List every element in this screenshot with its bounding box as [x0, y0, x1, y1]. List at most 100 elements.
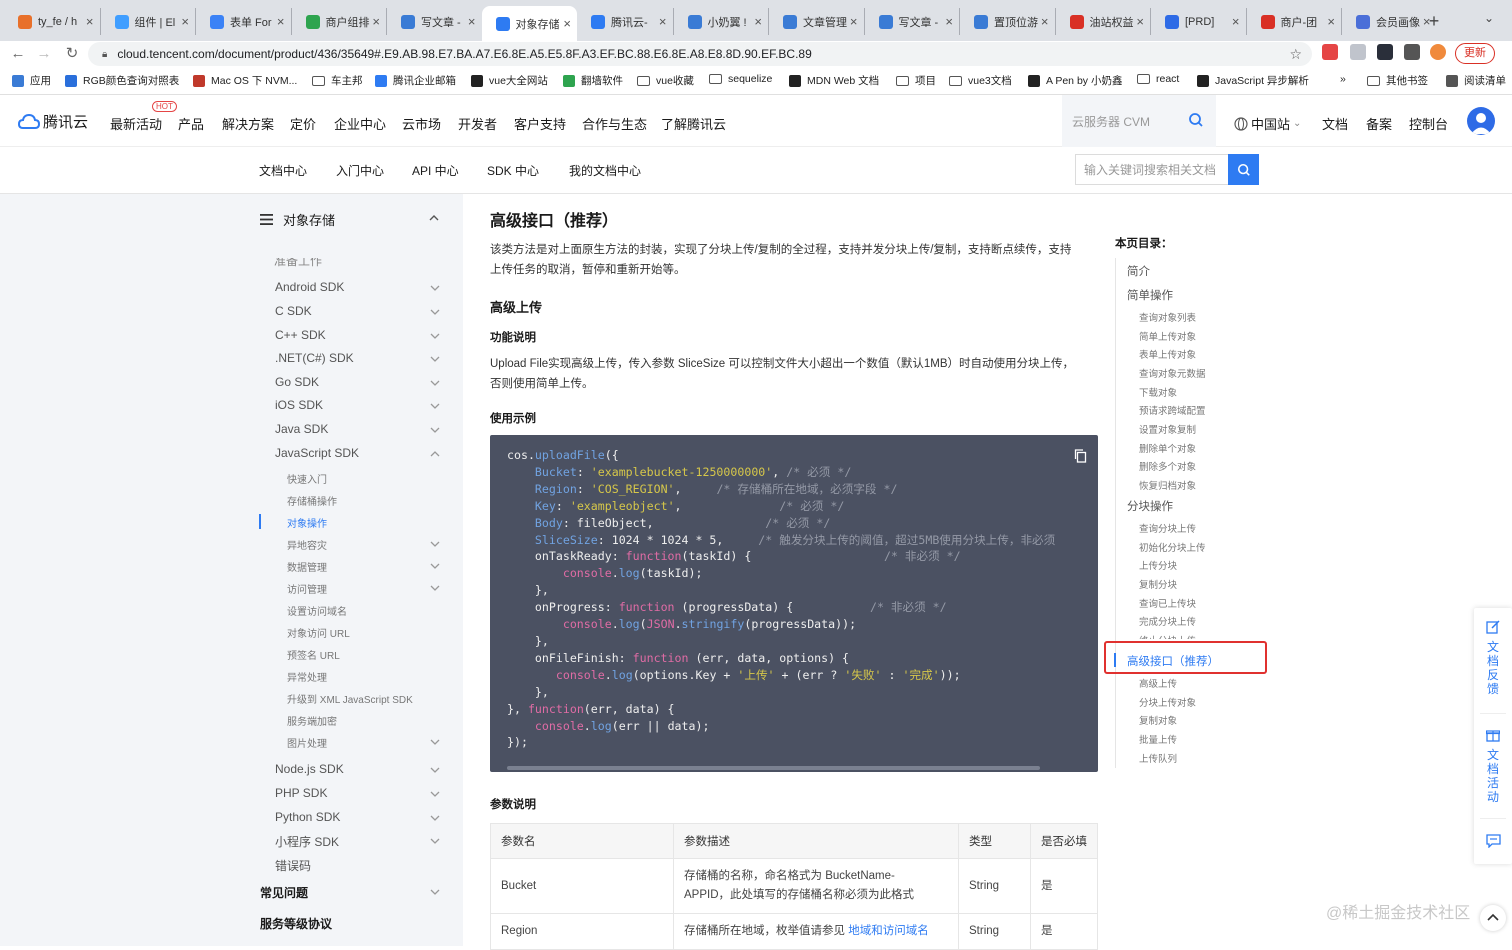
browser-tab[interactable]: 文章管理 ×	[768, 8, 864, 35]
tab-close-icon[interactable]: ×	[563, 16, 571, 31]
browser-tab[interactable]: 置顶位游 ×	[959, 8, 1055, 35]
browser-tab[interactable]: 写文章 - ×	[386, 8, 482, 35]
toc-item[interactable]: 查询对象列表	[1139, 310, 1196, 324]
bookmark-item[interactable]: Mac OS 下 NVM...	[193, 73, 297, 88]
activity-button[interactable]: 文档活动	[1474, 728, 1512, 804]
chevron-down-icon[interactable]	[430, 355, 440, 363]
profile-icon[interactable]	[1430, 44, 1446, 60]
sidebar-subitem[interactable]: 服务端加密	[287, 713, 337, 728]
toc-item[interactable]: 删除单个对象	[1139, 441, 1196, 455]
sidebar-item[interactable]: PHP SDK	[275, 786, 327, 800]
copy-icon[interactable]	[1074, 449, 1087, 463]
chevron-down-icon[interactable]	[430, 738, 440, 746]
sidebar-item-partial[interactable]: 准备工作	[274, 258, 322, 268]
region-selector[interactable]: 中国站 ⌄	[1234, 114, 1301, 133]
sidebar-item[interactable]: 小程序 SDK	[275, 833, 339, 850]
chevron-down-icon[interactable]	[430, 888, 440, 896]
search-icon[interactable]	[1188, 112, 1204, 128]
toc-item[interactable]: 初始化分块上传	[1139, 540, 1206, 554]
sidebar-item[interactable]: Python SDK	[275, 810, 340, 824]
main-nav-item[interactable]: 合作与生态	[582, 114, 647, 133]
browser-tab[interactable]: 对象存储 ×	[481, 6, 577, 41]
toc-item[interactable]: 终止分块上传	[1139, 633, 1196, 639]
bookmark-item[interactable]: vue收藏	[637, 73, 694, 88]
sidebar-subitem[interactable]: 升级到 XML JavaScript SDK	[287, 691, 413, 706]
subnav-doc-center[interactable]: 文档中心	[259, 162, 307, 179]
back-icon[interactable]: ←	[8, 44, 28, 64]
sidebar-item[interactable]: Go SDK	[275, 375, 319, 389]
bookmark-star-icon[interactable]: ☆	[1289, 46, 1302, 63]
sidebar-item[interactable]: .NET(C#) SDK	[275, 351, 354, 365]
nav-docs[interactable]: 文档	[1322, 114, 1348, 133]
sidebar-subitem[interactable]: 快速入门	[287, 471, 327, 486]
bookmark-item[interactable]: 阅读清单	[1446, 73, 1506, 88]
sidebar-item[interactable]: Node.js SDK	[275, 762, 344, 776]
main-nav-item[interactable]: 最新活动	[110, 114, 162, 133]
sidebar-title[interactable]: 对象存储	[260, 210, 335, 229]
toc-item[interactable]: 设置对象复制	[1139, 422, 1196, 436]
toc-item[interactable]: 完成分块上传	[1139, 614, 1196, 628]
sidebar-section[interactable]: 服务等级协议	[260, 915, 332, 932]
browser-tab[interactable]: 表单 For ×	[195, 8, 291, 35]
chevron-down-icon[interactable]	[430, 837, 440, 845]
bookmark-item[interactable]: vue大全网站	[471, 73, 548, 88]
product-search-input[interactable]: 云服务器 CVM	[1062, 95, 1216, 147]
tab-close-icon[interactable]: ×	[372, 14, 380, 29]
sidebar-subitem[interactable]: 异常处理	[287, 669, 327, 684]
code-scrollbar[interactable]	[507, 766, 1040, 770]
chevron-down-icon[interactable]	[430, 284, 440, 292]
browser-tab[interactable]: 商户组排 ×	[290, 8, 387, 35]
chevron-down-icon[interactable]	[430, 402, 440, 410]
browser-tab[interactable]: [PRD] ×	[1150, 8, 1246, 35]
tab-close-icon[interactable]: ×	[181, 14, 189, 29]
tab-close-icon[interactable]: ×	[1041, 14, 1049, 29]
sidebar-item[interactable]: Android SDK	[275, 280, 344, 294]
new-tab-button[interactable]: +	[1424, 11, 1444, 31]
toc-item[interactable]: 简单上传对象	[1139, 329, 1196, 343]
sidebar-item[interactable]: JavaScript SDK	[275, 446, 359, 460]
bookmark-item[interactable]: react	[1137, 73, 1179, 85]
browser-tab[interactable]: 写文章 - ×	[863, 8, 960, 35]
extension-icon[interactable]	[1350, 44, 1366, 60]
tab-close-icon[interactable]: ×	[659, 14, 667, 29]
chevron-down-icon[interactable]	[430, 426, 440, 434]
address-bar[interactable]: 🔒︎ cloud.tencent.com/document/product/43…	[88, 42, 1312, 66]
main-nav-item[interactable]: 客户支持	[514, 114, 566, 133]
toc-item[interactable]: 表单上传对象	[1139, 347, 1196, 361]
subnav-getting-started[interactable]: 入门中心	[336, 162, 384, 179]
tab-close-icon[interactable]: ×	[277, 14, 285, 29]
sidebar-subitem[interactable]: 对象访问 URL	[287, 625, 350, 640]
toc-item[interactable]: 简介	[1127, 263, 1150, 279]
reload-icon[interactable]: ↻	[62, 44, 82, 64]
region-domain-link[interactable]: 地域和访问域名	[848, 925, 929, 937]
sidebar-item[interactable]: 错误码	[275, 857, 311, 874]
tencent-cloud-logo[interactable]: 腾讯云	[18, 111, 88, 132]
toc-item[interactable]: 分块操作	[1127, 498, 1173, 514]
toc-item[interactable]: 复制分块	[1139, 577, 1177, 591]
chevron-down-icon[interactable]	[430, 332, 440, 340]
bookmark-item[interactable]: MDN Web 文档	[789, 73, 879, 88]
chevron-down-icon[interactable]	[430, 379, 440, 387]
subnav-my-docs[interactable]: 我的文档中心	[569, 162, 641, 179]
bookmark-item[interactable]: RGB颜色查询对照表	[65, 73, 179, 88]
chevron-down-icon[interactable]	[430, 540, 440, 548]
toc-item[interactable]: 高级上传	[1139, 676, 1177, 690]
main-nav-item[interactable]: 开发者	[458, 114, 497, 133]
back-to-top-button[interactable]	[1480, 905, 1506, 931]
bookmark-item[interactable]: 应用	[12, 73, 51, 88]
toc-item[interactable]: 简单操作	[1127, 287, 1173, 303]
main-nav-item[interactable]: 解决方案	[222, 114, 274, 133]
tab-close-icon[interactable]: ×	[1136, 14, 1144, 29]
tab-close-icon[interactable]: ×	[850, 14, 858, 29]
sidebar-subitem[interactable]: 访问管理	[287, 581, 327, 596]
tab-search-icon[interactable]: ⌄	[1484, 11, 1494, 25]
tab-close-icon[interactable]: ×	[1327, 14, 1335, 29]
sidebar-subitem[interactable]: 数据管理	[287, 559, 327, 574]
subnav-api-center[interactable]: API 中心	[412, 162, 459, 179]
chevron-down-icon[interactable]	[430, 790, 440, 798]
browser-tab[interactable]: 腾讯云- ×	[577, 8, 673, 35]
main-nav-item[interactable]: 产品	[178, 114, 204, 133]
toc-item[interactable]: 上传队列	[1139, 751, 1177, 765]
sidebar-item[interactable]: Java SDK	[275, 422, 328, 436]
toc-item[interactable]: 删除多个对象	[1139, 459, 1196, 473]
